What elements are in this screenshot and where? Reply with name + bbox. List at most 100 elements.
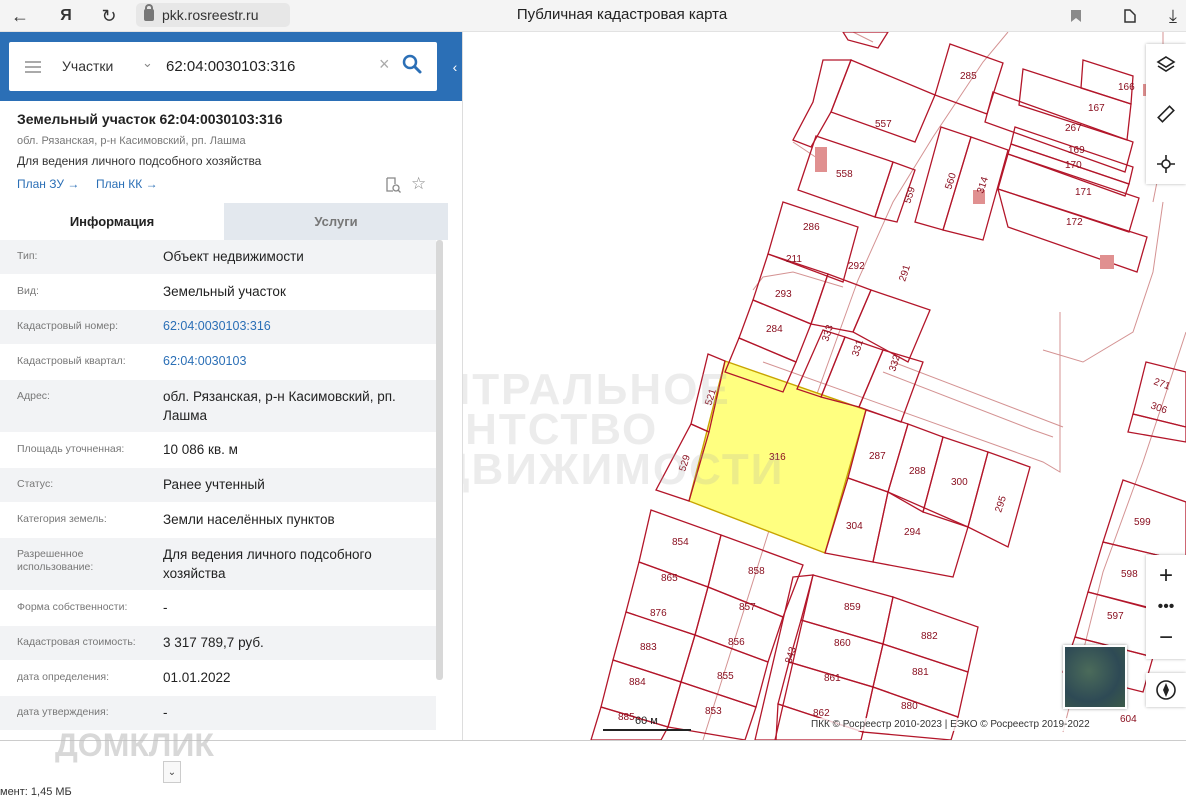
parcel-label: 857 [739, 602, 756, 613]
locate-icon[interactable] [1146, 144, 1186, 184]
info-value: - [163, 705, 168, 720]
info-value: - [163, 600, 168, 615]
parcel-label: 285 [960, 71, 977, 82]
parcel-label: 599 [1134, 517, 1151, 528]
plan-zu-link[interactable]: План ЗУ → [17, 177, 79, 191]
info-label: Статус: [17, 478, 54, 490]
parcel-label: 293 [775, 289, 792, 300]
parcel-label: 314 [975, 175, 991, 195]
parcel-label: 291 [897, 263, 913, 283]
info-value: 10 086 кв. м [163, 442, 238, 457]
zoom-tools: + ••• − [1146, 555, 1186, 659]
info-label: Адрес: [17, 390, 50, 402]
chevron-down-icon[interactable]: ⌄ [163, 761, 181, 783]
parcel-label: 884 [629, 677, 646, 688]
info-value: Ранее учтенный [163, 477, 265, 492]
object-header: Земельный участок 62:04:0030103:316 обл.… [0, 101, 448, 203]
ruler-icon[interactable] [1146, 94, 1186, 134]
compass-icon[interactable] [1146, 673, 1186, 707]
parcel-label: 332 [887, 353, 903, 373]
map[interactable]: 285 166 167 267 169 170 171 172 557 558 … [463, 32, 1186, 740]
basemap-switcher[interactable] [1063, 645, 1127, 709]
info-row: Площадь уточненная: 10 086 кв. м [0, 433, 436, 468]
info-label: Площадь уточненная: [17, 443, 125, 455]
info-label: дата утверждения: [17, 706, 109, 718]
info-table: Тип: Объект недвижимости Вид: Земельный уча… [0, 240, 436, 731]
parcel-label: 166 [1118, 82, 1135, 93]
reload-icon[interactable]: ↻ [97, 4, 121, 28]
collapse-panel-icon[interactable]: ‹ [447, 60, 462, 74]
protect-icon[interactable] [1118, 4, 1142, 28]
parcel-label: 860 [834, 638, 851, 649]
menu-icon[interactable] [25, 61, 41, 63]
info-panel: Участки ⌄ 62:04:0030103:316 × ‹ Земельны… [0, 32, 463, 740]
layers-icon[interactable] [1146, 44, 1186, 84]
download-status: мент: 1,45 МБ [0, 786, 72, 798]
info-value[interactable]: 62:04:0030103 [163, 352, 433, 371]
info-label: Вид: [17, 285, 39, 297]
info-label: дата определения: [17, 671, 110, 683]
search-input[interactable]: 62:04:0030103:316 [166, 58, 295, 75]
info-row: Вид: Земельный участок [0, 275, 436, 310]
star-icon[interactable]: ☆ [411, 174, 426, 194]
plan-kk-link[interactable]: План КК → [96, 177, 158, 191]
parcel-label: 885 [618, 712, 635, 723]
map-tools [1146, 44, 1186, 184]
parcel-label: 883 [640, 642, 657, 653]
parcel-label: 876 [650, 608, 667, 619]
parcel-label: 880 [901, 701, 918, 712]
tab-info[interactable]: Информация [0, 203, 224, 240]
lock-icon [144, 4, 154, 21]
info-row: Кадастровый квартал: 62:04:0030103 [0, 345, 436, 380]
address-bar[interactable]: pkk.rosreestr.ru [136, 3, 290, 27]
scale-bar [603, 729, 691, 731]
bookmark-icon[interactable] [1064, 4, 1088, 28]
chevron-down-icon[interactable]: ⌄ [142, 55, 153, 71]
scrollbar[interactable] [436, 240, 443, 680]
info-row: Категория земель: Земли населённых пункто… [0, 503, 436, 538]
more-icon[interactable]: ••• [1146, 590, 1186, 624]
browser-download-bar: ДОМКЛИК ⌄ мент: 1,45 МБ [0, 727, 1186, 799]
document-search-icon[interactable] [385, 177, 401, 193]
info-value: обл. Рязанская, р-н Касимовский, рп. Лаш… [163, 389, 396, 423]
parcel-label: 267 [1065, 123, 1082, 134]
yandex-logo-icon[interactable]: Я [54, 4, 78, 28]
info-row: Форма собственности: - [0, 591, 436, 626]
tabs: Информация Услуги [0, 203, 448, 240]
tab-services[interactable]: Услуги [224, 203, 448, 240]
parcel-label: 604 [1120, 714, 1137, 725]
parcel-label: 882 [921, 631, 938, 642]
parcel-label: 858 [748, 566, 765, 577]
parcel-label: 287 [869, 451, 886, 462]
parcel-label: 331 [850, 338, 866, 358]
parcel-label: 861 [824, 673, 841, 684]
parcel-label: 295 [993, 494, 1009, 514]
domclick-watermark: ДОМКЛИК [55, 727, 214, 763]
watermark: ЦЕНТРАЛЬНОЕ АГЕНТСТВО НЕДВИЖИМОСТИ [463, 365, 785, 494]
search-type-select[interactable]: Участки [62, 58, 113, 74]
parcel-label: 306 [1149, 400, 1169, 416]
search-icon[interactable] [401, 53, 427, 79]
parcel-label: 288 [909, 466, 926, 477]
download-icon[interactable]: ⤓ [1161, 4, 1185, 28]
info-row: Адрес: обл. Рязанская, р-н Касимовский, р… [0, 380, 436, 433]
parcel-label: 853 [705, 706, 722, 717]
info-value[interactable]: 62:04:0030103:316 [163, 317, 433, 336]
info-value: Для ведения личного подсобного хозяйства [163, 547, 372, 581]
parcel-label: 294 [904, 527, 921, 538]
info-label: Форма собственности: [17, 601, 128, 613]
info-label: Тип: [17, 250, 38, 262]
zoom-out-button[interactable]: − [1146, 621, 1186, 655]
parcel-label: 854 [672, 537, 689, 548]
zoom-in-button[interactable]: + [1146, 559, 1186, 593]
parcel-label: 859 [844, 602, 861, 613]
back-arrow-icon[interactable]: ← [8, 4, 32, 28]
info-label: Разрешенное использование: [17, 548, 94, 573]
url-text: pkk.rosreestr.ru [162, 7, 259, 23]
info-label: Кадастровый квартал: [17, 355, 126, 367]
parcel-label: 855 [717, 671, 734, 682]
parcel-label: 169 [1068, 145, 1085, 156]
info-value: Земли населённых пунктов [163, 512, 335, 527]
clear-icon[interactable]: × [379, 54, 390, 75]
parcel-label: 292 [848, 261, 865, 272]
